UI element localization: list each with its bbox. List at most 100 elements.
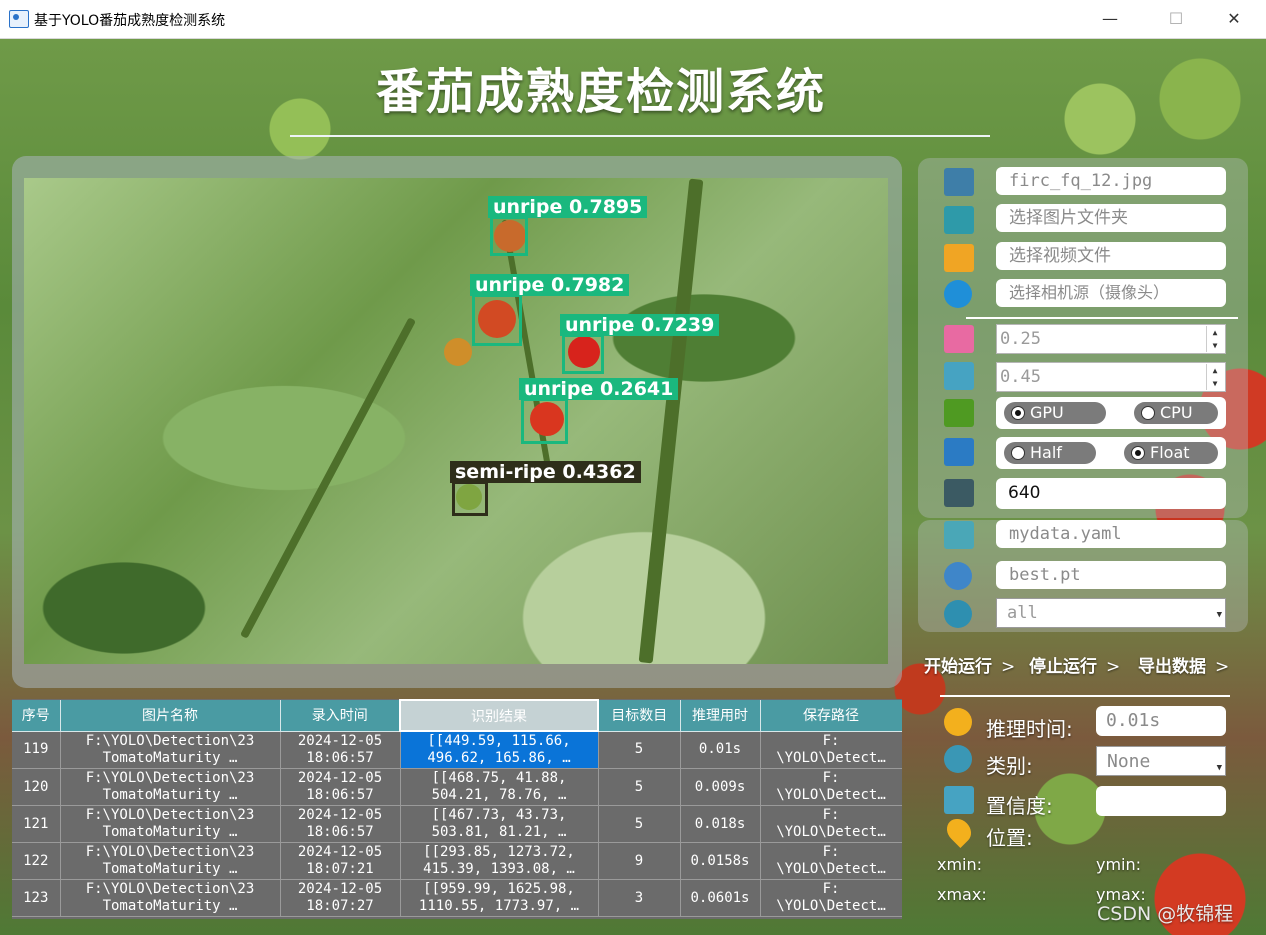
column-header[interactable]: 录入时间: [280, 700, 401, 732]
cpu-radio[interactable]: CPU: [1134, 402, 1218, 424]
cell-name[interactable]: F:\YOLO\Detection\23 TomatoMaturity …: [60, 731, 281, 769]
cell-time[interactable]: 2024-12-05 18:06:57: [280, 731, 401, 769]
half-radio[interactable]: Half: [1004, 442, 1096, 464]
tomato: [444, 338, 472, 366]
stop-button[interactable]: 停止运行 >: [1029, 652, 1120, 677]
class-select[interactable]: None ▼: [1096, 746, 1226, 776]
spin-arrows[interactable]: ▲ ▼: [1206, 364, 1223, 390]
minimize-button[interactable]: —: [1090, 4, 1130, 34]
results-table[interactable]: 序号 图片名称 录入时间 识别结果 目标数目 推理用时 保存路径 119 F:\…: [12, 699, 902, 919]
column-header[interactable]: 图片名称: [60, 700, 281, 732]
column-header[interactable]: 序号: [12, 700, 61, 732]
cell-name[interactable]: F:\YOLO\Detection\23 TomatoMaturity …: [60, 879, 281, 917]
table-row[interactable]: 121 F:\YOLO\Detection\23 TomatoMaturity ……: [12, 805, 902, 843]
cell-result[interactable]: [[467.73, 43.73, 503.81, 81.21, …: [400, 805, 599, 843]
cell-result[interactable]: [[959.99, 1625.98, 1110.55, 1773.97, …: [400, 879, 599, 917]
gpu-radio[interactable]: GPU: [1004, 402, 1106, 424]
cell-path[interactable]: F: \YOLO\Detect…: [760, 879, 902, 917]
cell-infer[interactable]: 0.01s: [680, 731, 761, 769]
cell-count[interactable]: 3: [598, 879, 681, 917]
cell-name[interactable]: F:\YOLO\Detection\23 TomatoMaturity …: [60, 768, 281, 806]
confidence-spinbox[interactable]: 0.25 ▲ ▼: [996, 324, 1226, 354]
image-folder-field[interactable]: 选择图片文件夹: [996, 204, 1226, 232]
cell-name[interactable]: F:\YOLO\Detection\23 TomatoMaturity …: [60, 842, 281, 880]
cell-path[interactable]: F: \YOLO\Detect…: [760, 768, 902, 806]
cell-path[interactable]: F: \YOLO\Detect…: [760, 842, 902, 880]
cell-line: \YOLO\Detect…: [776, 824, 886, 840]
cell-result[interactable]: [[449.59, 115.66, 496.62, 165.86, …: [400, 731, 599, 769]
detection-box: [452, 481, 488, 516]
export-button[interactable]: 导出数据 >: [1138, 652, 1229, 677]
image-size-icon: [944, 479, 974, 507]
column-header[interactable]: 推理用时: [680, 700, 761, 732]
position-label: 位置:: [986, 826, 1033, 850]
cell-id[interactable]: 123: [12, 879, 61, 917]
cell-time[interactable]: 2024-12-05 18:07:21: [280, 842, 401, 880]
maximize-button[interactable]: ☐: [1156, 4, 1196, 34]
image-file-field[interactable]: firc_fq_12.jpg: [996, 167, 1226, 195]
export-label: 导出数据: [1138, 657, 1206, 677]
cell-id[interactable]: 119: [12, 731, 61, 769]
table-row[interactable]: 122 F:\YOLO\Detection\23 TomatoMaturity ……: [12, 842, 902, 880]
section-divider: [966, 317, 1238, 319]
detection-box: [521, 398, 568, 444]
window-title: 基于YOLO番茄成熟度检测系统: [34, 13, 226, 29]
column-header[interactable]: 目标数目: [598, 700, 681, 732]
column-header[interactable]: 识别结果: [399, 699, 599, 732]
stop-label: 停止运行: [1029, 657, 1097, 677]
cell-path[interactable]: F: \YOLO\Detect…: [760, 731, 902, 769]
float-radio[interactable]: Float: [1124, 442, 1218, 464]
cell-line: [[449.59, 115.66,: [427, 733, 571, 749]
cell-count[interactable]: 5: [598, 731, 681, 769]
xmax-label: xmax:: [937, 885, 987, 904]
cell-id[interactable]: 120: [12, 768, 61, 806]
spin-arrows[interactable]: ▲ ▼: [1206, 326, 1223, 352]
table-row[interactable]: 120 F:\YOLO\Detection\23 TomatoMaturity ……: [12, 768, 902, 806]
class-filter-select[interactable]: all ▼: [996, 598, 1226, 628]
cell-count[interactable]: 5: [598, 805, 681, 843]
cell-name[interactable]: F:\YOLO\Detection\23 TomatoMaturity …: [60, 805, 281, 843]
cell-result[interactable]: [[293.85, 1273.72, 415.39, 1393.08, …: [400, 842, 599, 880]
start-button[interactable]: 开始运行 >: [924, 652, 1015, 677]
iou-spinbox[interactable]: 0.45 ▲ ▼: [996, 362, 1226, 392]
table-row[interactable]: 123 F:\YOLO\Detection\23 TomatoMaturity ……: [12, 879, 902, 917]
image-size-field[interactable]: 640: [996, 478, 1226, 509]
video-file-field[interactable]: 选择视频文件: [996, 242, 1226, 270]
table-row[interactable]: 119 F:\YOLO\Detection\23 TomatoMaturity ……: [12, 731, 902, 769]
cell-time[interactable]: 2024-12-05 18:07:27: [280, 879, 401, 917]
detection-image-view: unripe 0.7895 unripe 0.7982 unripe 0.723…: [24, 178, 888, 664]
cell-path[interactable]: F: \YOLO\Detect…: [760, 805, 902, 843]
cell-line: 18:06:57: [306, 749, 374, 766]
radio-dot: [1011, 446, 1025, 460]
cell-line: TomatoMaturity …: [102, 749, 238, 766]
detection-label: unripe 0.2641: [519, 378, 679, 400]
cell-infer[interactable]: 0.018s: [680, 805, 761, 843]
cell-id[interactable]: 121: [12, 805, 61, 843]
plant-stem: [638, 178, 704, 664]
confidence-icon: [944, 325, 974, 353]
cell-infer[interactable]: 0.009s: [680, 768, 761, 806]
data-yaml-field[interactable]: mydata.yaml: [996, 520, 1226, 548]
class-select-value: None: [1107, 751, 1151, 772]
cell-line: \YOLO\Detect…: [776, 861, 886, 877]
half-label: Half: [1030, 443, 1062, 462]
chevron-right-icon: >: [1106, 657, 1121, 677]
close-button[interactable]: ✕: [1214, 4, 1254, 34]
cell-time[interactable]: 2024-12-05 18:06:57: [280, 805, 401, 843]
cell-time[interactable]: 2024-12-05 18:06:57: [280, 768, 401, 806]
cell-line: \YOLO\Detect…: [776, 898, 886, 914]
cell-infer[interactable]: 0.0601s: [680, 879, 761, 917]
cell-count[interactable]: 5: [598, 768, 681, 806]
camera-source-field[interactable]: 选择相机源（摄像头）: [996, 279, 1226, 307]
cell-infer[interactable]: 0.0158s: [680, 842, 761, 880]
cell-id[interactable]: 122: [12, 842, 61, 880]
cell-result[interactable]: [[468.75, 41.88, 504.21, 78.76, …: [400, 768, 599, 806]
column-header[interactable]: 保存路径: [760, 700, 902, 732]
confidence-value: 0.25: [1000, 329, 1041, 349]
detection-label: unripe 0.7895: [488, 196, 648, 218]
radio-dot: [1141, 406, 1155, 420]
detection-label: semi-ripe 0.4362: [450, 461, 641, 483]
cell-count[interactable]: 9: [598, 842, 681, 880]
weights-field[interactable]: best.pt: [996, 561, 1226, 589]
precision-radio-group: Half Float: [996, 437, 1226, 469]
